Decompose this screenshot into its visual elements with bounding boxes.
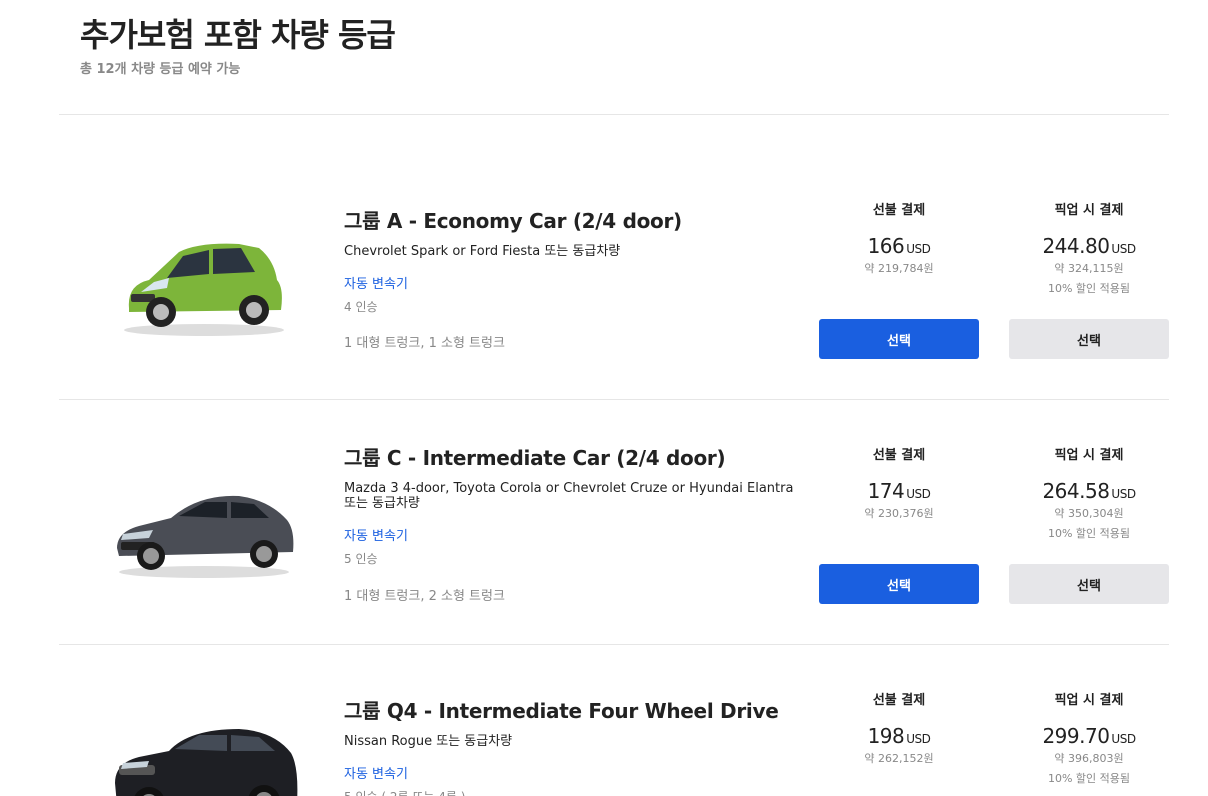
currency-unit: USD: [1111, 487, 1136, 501]
discount-note: 10% 할인 적용됨: [1047, 527, 1131, 540]
car-row-group-q4: 그룹 Q4 - Intermediate Four Wheel Drive Ni…: [59, 645, 1169, 796]
prepay-price: 166 USD: [819, 234, 979, 258]
passenger-count: 5 인승: [344, 552, 378, 566]
pickup-amount: 264.58: [1042, 479, 1110, 503]
car-title: 그룹 A - Economy Car (2/4 door): [344, 209, 682, 233]
prepay-amount: 166: [867, 234, 905, 258]
transmission-label: 자동 변속기: [344, 529, 408, 544]
prepay-label: 선불 결제: [872, 693, 926, 708]
pickup-label: 픽업 시 결제: [1054, 203, 1124, 218]
pickup-price: 264.58 USD: [1009, 479, 1169, 503]
prepay-label: 선불 결제: [872, 203, 926, 218]
pickup-price-block: 픽업 시 결제 244.80 USD 약 324,115원 10% 할인 적용됨: [1009, 199, 1169, 296]
passenger-count: 4 인승: [344, 300, 378, 314]
currency-unit: USD: [906, 242, 931, 256]
pickup-select-button[interactable]: 선택: [1009, 564, 1169, 604]
prepay-amount: 198: [867, 724, 905, 748]
car-row-group-c: 그룹 C - Intermediate Car (2/4 door) Mazda…: [59, 400, 1169, 645]
prepay-select-button[interactable]: 선택: [819, 564, 979, 604]
transmission-label: 자동 변속기: [344, 767, 408, 782]
pickup-krw: 약 350,304원: [1054, 507, 1124, 520]
prepay-krw: 약 230,376원: [864, 507, 934, 520]
pickup-price: 244.80 USD: [1009, 234, 1169, 258]
currency-unit: USD: [1111, 242, 1136, 256]
luggage-info: 1 대형 트렁크, 1 소형 트렁크: [344, 336, 505, 351]
car-models: Nissan Rogue 또는 동급차량: [344, 734, 513, 749]
prepay-label: 선불 결제: [872, 448, 926, 463]
prepay-price: 174 USD: [819, 479, 979, 503]
pickup-amount: 244.80: [1042, 234, 1110, 258]
pickup-price-block: 픽업 시 결제 264.58 USD 약 350,304원 10% 할인 적용됨: [1009, 444, 1169, 541]
prepay-price-block: 선불 결제 166 USD 약 219,784원: [819, 199, 979, 276]
pickup-price-block: 픽업 시 결제 299.70 USD 약 396,803원 10% 할인 적용됨: [1009, 689, 1169, 786]
car-image-hatchback: [109, 230, 299, 340]
currency-unit: USD: [906, 732, 931, 746]
divider: [59, 114, 1169, 115]
car-row-group-a: 그룹 A - Economy Car (2/4 door) Chevrolet …: [59, 155, 1169, 400]
luggage-info: 1 대형 트렁크, 2 소형 트렁크: [344, 589, 505, 604]
prepay-select-button[interactable]: 선택: [819, 319, 979, 359]
discount-note: 10% 할인 적용됨: [1047, 772, 1131, 785]
car-title: 그룹 Q4 - Intermediate Four Wheel Drive: [344, 699, 779, 723]
car-image-sedan: [109, 480, 299, 590]
car-image-suv: [109, 723, 299, 796]
page-subtitle: 총 12개 차량 등급 예약 가능: [80, 62, 241, 77]
car-title: 그룹 C - Intermediate Car (2/4 door): [344, 446, 726, 470]
pickup-label: 픽업 시 결제: [1054, 693, 1124, 708]
pickup-select-button[interactable]: 선택: [1009, 319, 1169, 359]
currency-unit: USD: [1111, 732, 1136, 746]
prepay-price: 198 USD: [819, 724, 979, 748]
car-models: Chevrolet Spark or Ford Fiesta 또는 동급차량: [344, 244, 621, 259]
transmission-label: 자동 변속기: [344, 277, 408, 292]
pickup-amount: 299.70: [1042, 724, 1110, 748]
pickup-price: 299.70 USD: [1009, 724, 1169, 748]
pickup-krw: 약 324,115원: [1054, 262, 1124, 275]
prepay-price-block: 선불 결제 198 USD 약 262,152원: [819, 689, 979, 766]
car-models: Mazda 3 4-door, Toyota Corola or Chevrol…: [344, 481, 794, 511]
pickup-krw: 약 396,803원: [1054, 752, 1124, 765]
currency-unit: USD: [906, 487, 931, 501]
prepay-amount: 174: [867, 479, 905, 503]
page-title: 추가보험 포함 차량 등급: [80, 16, 396, 54]
pickup-label: 픽업 시 결제: [1054, 448, 1124, 463]
prepay-price-block: 선불 결제 174 USD 약 230,376원: [819, 444, 979, 521]
prepay-krw: 약 262,152원: [864, 752, 934, 765]
discount-note: 10% 할인 적용됨: [1047, 282, 1131, 295]
passenger-count: 5 인승 ( 2륜 또는 4륜 ): [344, 788, 804, 796]
prepay-krw: 약 219,784원: [864, 262, 934, 275]
